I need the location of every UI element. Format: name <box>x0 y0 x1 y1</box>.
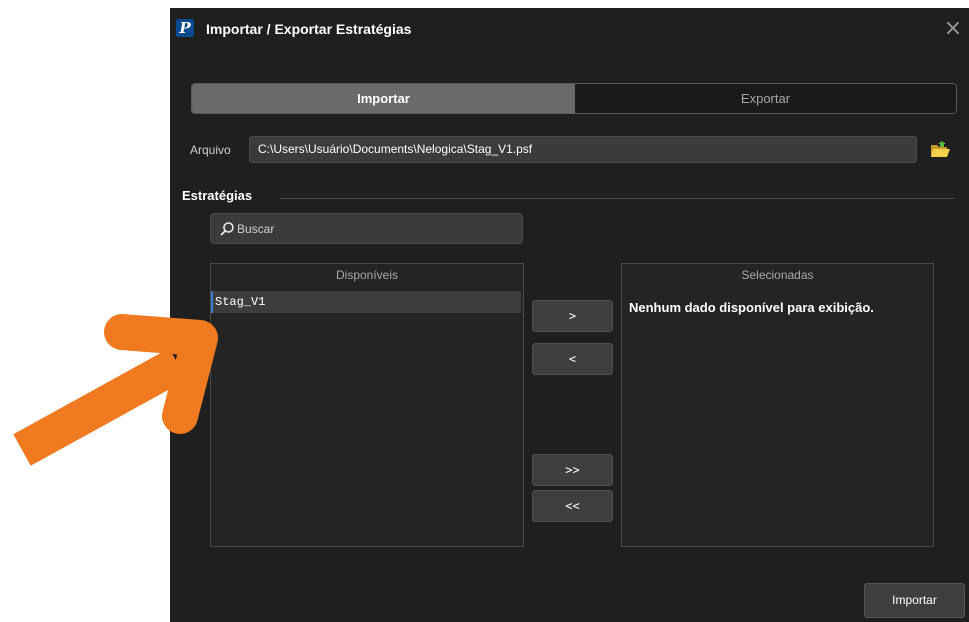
section-divider <box>280 198 955 199</box>
file-path-field[interactable]: C:\Users\Usuário\Documents\Nelogica\Stag… <box>249 136 917 163</box>
import-export-dialog: P Importar / Exportar Estratégias × Impo… <box>170 8 969 622</box>
move-all-left-button[interactable]: << <box>532 490 613 522</box>
move-all-right-button[interactable]: >> <box>532 454 613 486</box>
available-header: Disponíveis <box>335 268 399 282</box>
title-bar: P Importar / Exportar Estratégias × <box>170 8 969 52</box>
annotation-arrow-icon <box>13 314 218 466</box>
selected-list: Selecionadas Nenhum dado disponível para… <box>621 263 934 547</box>
import-button[interactable]: Importar <box>864 583 965 618</box>
app-logo-icon: P <box>176 19 194 37</box>
move-left-button[interactable]: < <box>532 343 613 375</box>
list-item[interactable]: Stag_V1 <box>211 291 521 313</box>
search-icon <box>219 221 235 237</box>
close-icon[interactable]: × <box>941 16 965 42</box>
available-list: Disponíveis Stag_V1 <box>210 263 524 547</box>
mode-tabs: Importar Exportar <box>191 83 957 114</box>
folder-open-icon[interactable] <box>928 138 952 162</box>
empty-message: Nenhum dado disponível para exibição. <box>629 300 874 315</box>
move-right-button[interactable]: > <box>532 300 613 332</box>
selected-header: Selecionadas <box>741 268 814 282</box>
file-label: Arquivo <box>190 143 231 157</box>
search-input[interactable] <box>237 214 517 243</box>
window-title: Importar / Exportar Estratégias <box>206 21 412 37</box>
section-title-estrategias: Estratégias <box>182 188 253 203</box>
tab-importar[interactable]: Importar <box>192 84 575 113</box>
tab-exportar[interactable]: Exportar <box>575 84 956 113</box>
search-box[interactable] <box>210 213 523 244</box>
